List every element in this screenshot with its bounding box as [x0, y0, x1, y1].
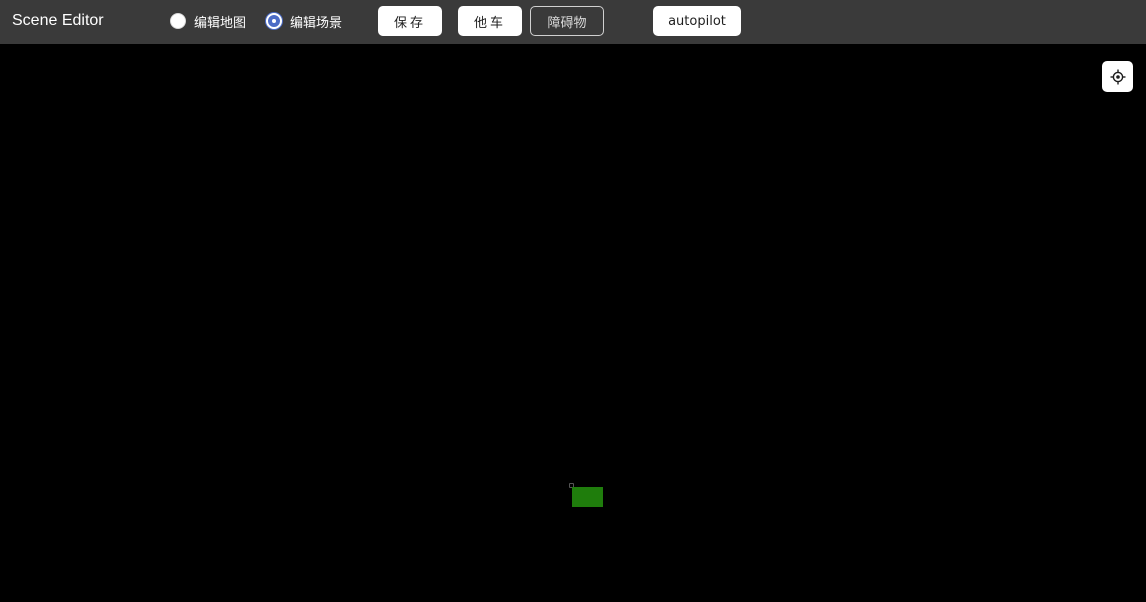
edit-map-radio-label: 编辑地图 [194, 15, 247, 31]
edit-map-radio-circle[interactable] [170, 13, 186, 29]
crosshair-locate-icon [1110, 69, 1125, 84]
edit-scene-radio-label: 编辑场景 [290, 15, 343, 31]
obstacle-button[interactable]: 障碍物 [530, 6, 604, 36]
locate-button[interactable] [1102, 61, 1133, 92]
scene-canvas[interactable] [0, 44, 1146, 602]
top-toolbar: Scene Editor 编辑地图 编辑场景 保存 他车 障碍物 autopil… [0, 0, 1146, 44]
app-title: Scene Editor [12, 12, 104, 29]
edit-scene-radio[interactable]: 编辑场景 [266, 12, 343, 31]
autopilot-button[interactable]: autopilot [653, 6, 741, 36]
edit-map-radio[interactable]: 编辑地图 [170, 12, 247, 31]
other-car-button[interactable]: 他车 [458, 6, 522, 36]
scene-editor-app: Scene Editor 编辑地图 编辑场景 保存 他车 障碍物 autopil… [0, 0, 1146, 602]
save-button[interactable]: 保存 [378, 6, 442, 36]
ego-vehicle[interactable] [572, 487, 603, 507]
edit-scene-radio-circle[interactable] [266, 13, 282, 29]
